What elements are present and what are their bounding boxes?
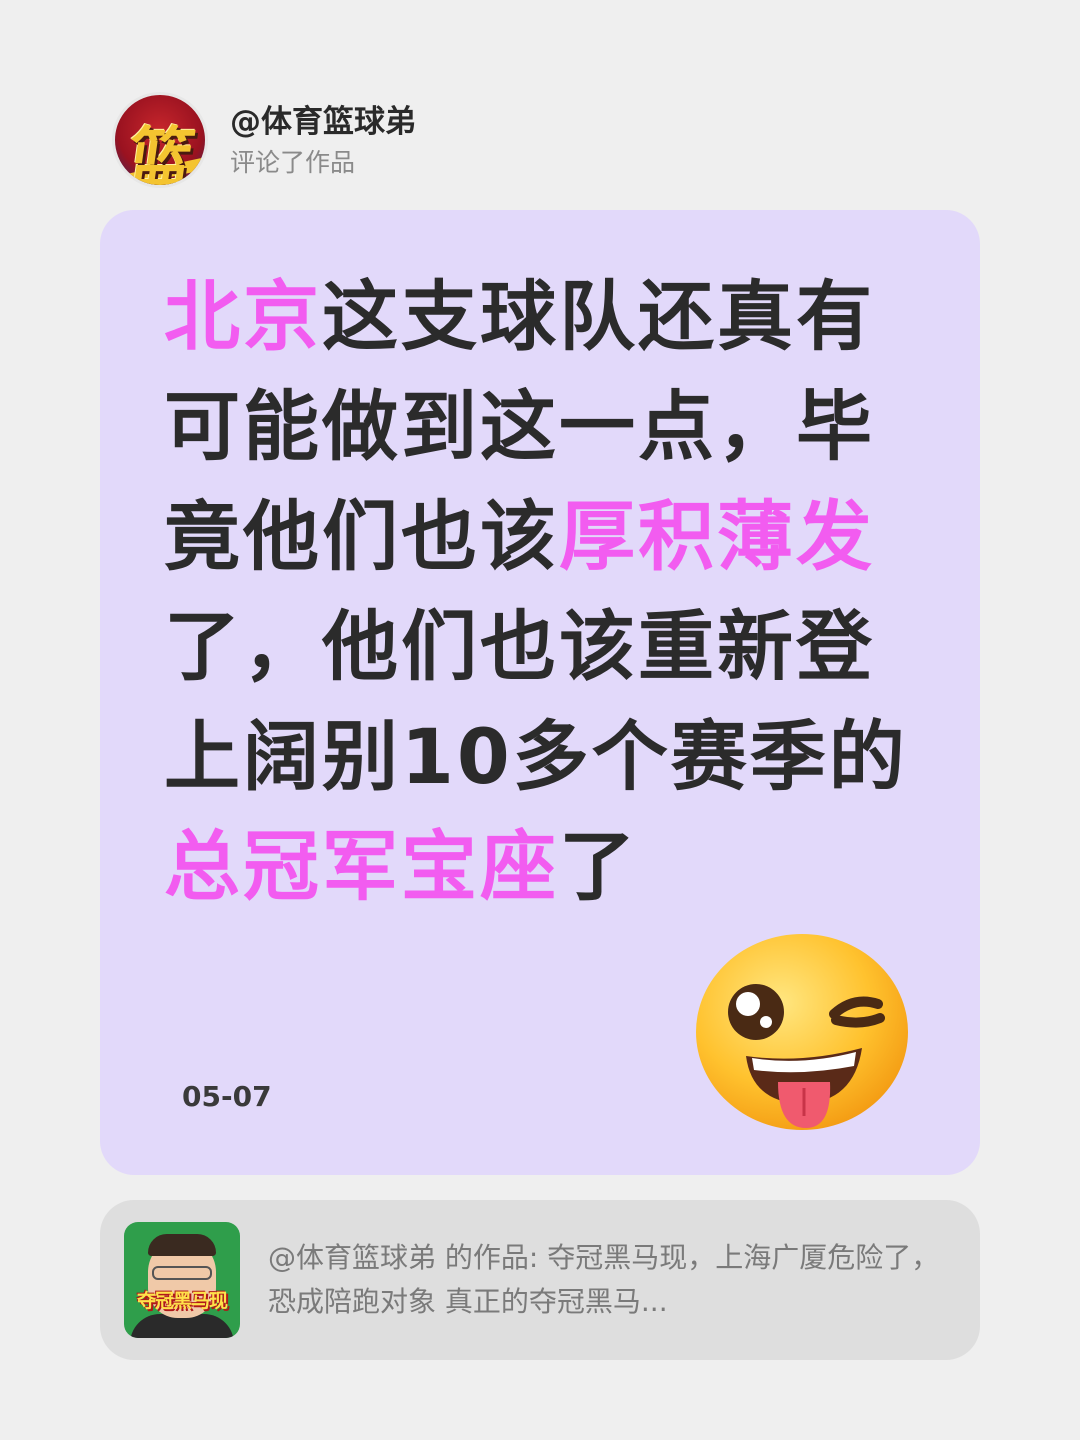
comment-phrase: 了，他们也该重新登上阔别10多个赛季的	[164, 602, 908, 801]
video-thumbnail[interactable]: 夺冠黑马现	[124, 1222, 240, 1338]
thumbnail-hair-shape	[148, 1234, 216, 1256]
header-text: @体育篮球弟 评论了作品	[230, 102, 416, 178]
action-subtitle: 评论了作品	[230, 148, 356, 177]
comment-header: 篮 @体育篮球弟 评论了作品	[112, 92, 416, 188]
highlighted-phrase: 厚积薄发	[559, 492, 875, 581]
referenced-post[interactable]: 夺冠黑马现 @体育篮球弟 的作品: 夺冠黑马现，上海广厦危险了，恐成陪跑对象 真…	[100, 1200, 980, 1360]
winking-face-with-tongue-icon	[696, 934, 908, 1130]
comment-phrase: 了	[559, 822, 638, 911]
username[interactable]: @体育篮球弟	[230, 102, 416, 142]
user-avatar[interactable]: 篮	[112, 92, 208, 188]
highlighted-phrase: 北京	[164, 272, 322, 361]
comment-date: 05-07	[182, 1080, 272, 1113]
comment-card: 北京这支球队还真有可能做到这一点，毕竟他们也该厚积薄发了，他们也该重新登上阔别1…	[100, 210, 980, 1175]
highlighted-phrase: 总冠军宝座	[164, 822, 559, 911]
comment-text: 北京这支球队还真有可能做到这一点，毕竟他们也该厚积薄发了，他们也该重新登上阔别1…	[164, 262, 924, 922]
referenced-post-text[interactable]: @体育篮球弟 的作品: 夺冠黑马现，上海广厦危险了，恐成陪跑对象 真正的夺冠黑马…	[268, 1236, 948, 1324]
thumbnail-glasses-shape	[152, 1266, 212, 1280]
avatar-logo-glyph: 篮	[122, 120, 196, 188]
thumbnail-caption: 夺冠黑马现	[136, 1290, 228, 1312]
